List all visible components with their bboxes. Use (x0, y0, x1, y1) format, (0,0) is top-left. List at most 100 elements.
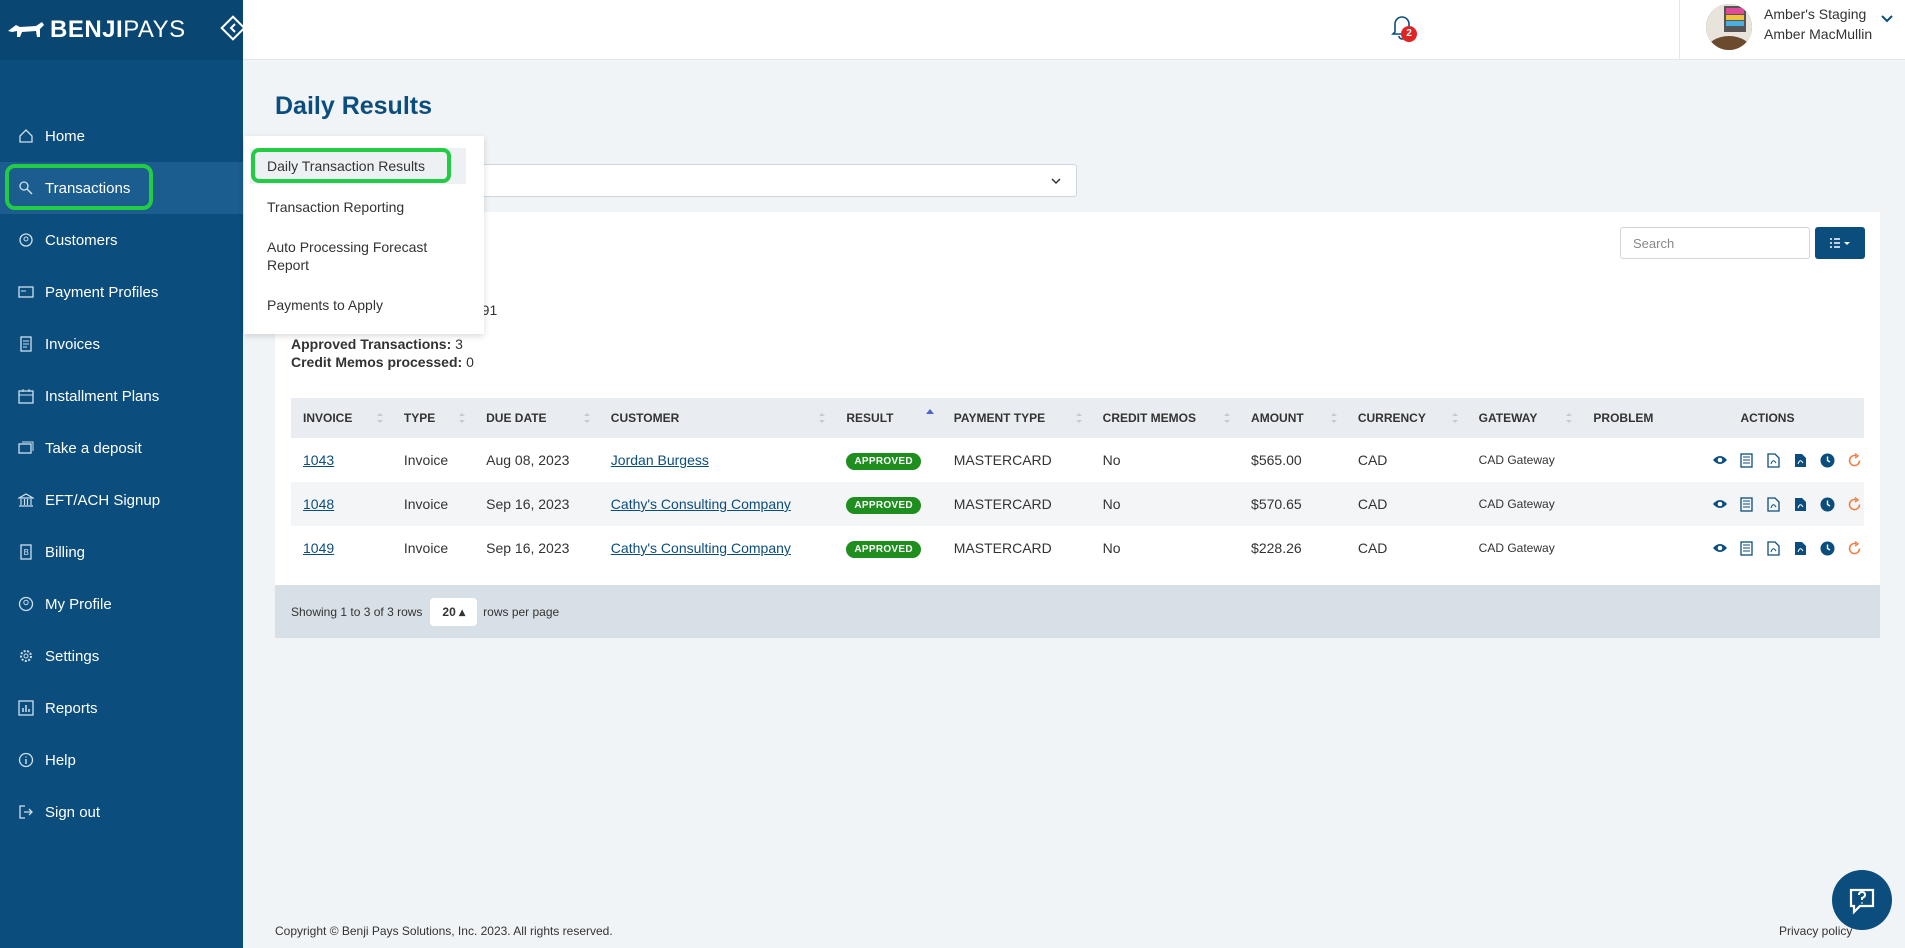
list-icon (1830, 238, 1850, 248)
rows-per-page-button[interactable]: 20 ▴ (430, 597, 478, 626)
col-label: INVOICE (303, 411, 353, 425)
due-date-cell: Aug 08, 2023 (486, 452, 570, 468)
sidebar-item-label: Help (45, 751, 76, 769)
submenu-item-payments-to-apply[interactable]: Payments to Apply (267, 296, 467, 314)
clock-icon[interactable] (1819, 451, 1837, 469)
currency-cell: CAD (1357, 496, 1388, 512)
chat-question-icon (1849, 888, 1875, 915)
receipt-icon[interactable] (1738, 495, 1756, 513)
invoice-link[interactable]: 1048 (303, 496, 334, 512)
invoice-link[interactable]: 1043 (303, 452, 334, 468)
sidebar-item-invoices[interactable]: Invoices (0, 318, 243, 370)
amount-cell: $570.65 (1251, 496, 1302, 512)
refund-icon[interactable] (1846, 495, 1864, 513)
sort-icon (1223, 411, 1231, 425)
view-icon[interactable] (1711, 495, 1729, 513)
sidebar-item-my-profile[interactable]: My Profile (0, 578, 243, 630)
clock-icon[interactable] (1819, 539, 1837, 557)
sidebar-item-take-a-deposit[interactable]: Take a deposit (0, 422, 243, 474)
currency-cell: CAD (1357, 452, 1388, 468)
sidebar-item-sign-out[interactable]: Sign out (0, 786, 243, 838)
receipt-icon[interactable] (1738, 451, 1756, 469)
invoice-link[interactable]: 1049 (303, 540, 334, 556)
gear-icon (17, 647, 35, 665)
table-row: 1048 Invoice Sep 16, 2023 Cathy's Consul… (291, 482, 1864, 526)
col-payment-type[interactable]: PAYMENT TYPE (942, 398, 1091, 438)
sidebar-item-settings[interactable]: Settings (0, 630, 243, 682)
collapse-sidebar-icon[interactable] (219, 14, 246, 46)
pdf-icon[interactable] (1792, 495, 1810, 513)
pdf-icon[interactable] (1792, 451, 1810, 469)
sidebar-item-payment-profiles[interactable]: Payment Profiles (0, 266, 243, 318)
header-divider (1679, 0, 1680, 60)
user-name[interactable]: Amber MacMullin (1764, 26, 1872, 42)
customer-link[interactable]: Cathy's Consulting Company (611, 540, 791, 556)
sort-icon (1451, 411, 1459, 425)
customer-link[interactable]: Jordan Burgess (611, 452, 709, 468)
col-result[interactable]: RESULT (834, 398, 941, 438)
sidebar-item-billing[interactable]: B Billing (0, 526, 243, 578)
problem-cell (1581, 482, 1671, 526)
view-icon[interactable] (1711, 539, 1729, 557)
submenu-item-auto-processing-forecast-report[interactable]: Auto Processing Forecast Report (267, 238, 467, 274)
sidebar-item-customers[interactable]: Customers (0, 214, 243, 266)
sidebar-item-eft-ach-signup[interactable]: EFT/ACH Signup (0, 474, 243, 526)
credit-memos-label: Credit Memos processed: (291, 354, 463, 370)
type-cell: Invoice (403, 452, 449, 468)
notification-count-badge: 2 (1401, 26, 1417, 42)
col-label: PAYMENT TYPE (953, 411, 1046, 425)
sidebar-item-reports[interactable]: Reports (0, 682, 243, 734)
col-gateway[interactable]: GATEWAY (1467, 398, 1582, 438)
card-icon (17, 283, 35, 301)
approved-transactions-summary: Approved Transactions: 3 (291, 336, 463, 352)
refund-icon[interactable] (1846, 451, 1864, 469)
brand-name-light: PAYS (123, 16, 186, 43)
col-credit-memos[interactable]: CREDIT MEMOS (1091, 398, 1239, 438)
col-amount[interactable]: AMOUNT (1239, 398, 1346, 438)
receipt-icon[interactable] (1738, 539, 1756, 557)
type-cell: Invoice (403, 540, 449, 556)
sort-asc-icon (925, 408, 934, 422)
search-input[interactable] (1620, 227, 1810, 259)
search-money-icon (17, 179, 35, 197)
col-due-date[interactable]: DUE DATE (474, 398, 599, 438)
org-name[interactable]: Amber's Staging (1764, 6, 1866, 22)
avatar[interactable] (1706, 4, 1752, 50)
gateway-cell: CAD Gateway (1478, 453, 1555, 467)
pdf-outline-icon[interactable] (1765, 495, 1783, 513)
col-type[interactable]: TYPE (392, 398, 474, 438)
sidebar-item-label: Transactions (45, 179, 131, 197)
home-icon (17, 127, 35, 145)
problem-cell (1581, 438, 1671, 482)
pdf-icon[interactable] (1792, 539, 1810, 557)
col-currency[interactable]: CURRENCY (1346, 398, 1467, 438)
brand-logo[interactable]: BENJIPAYS (0, 0, 246, 60)
customer-link[interactable]: Cathy's Consulting Company (611, 496, 791, 512)
submenu-item-transaction-reporting[interactable]: Transaction Reporting (267, 198, 467, 216)
sidebar-nav: Home Transactions Customers Payment Prof… (0, 110, 243, 838)
col-label: CREDIT MEMOS (1102, 411, 1196, 425)
sidebar-item-transactions[interactable]: Transactions (0, 162, 243, 214)
pdf-outline-icon[interactable] (1765, 539, 1783, 557)
sidebar-item-label: My Profile (45, 595, 112, 613)
col-customer[interactable]: CUSTOMER (599, 398, 835, 438)
credit-memos-cell: No (1102, 496, 1121, 512)
privacy-policy-link[interactable]: Privacy policy (1779, 924, 1852, 938)
credit-memos-cell: No (1102, 452, 1121, 468)
view-icon[interactable] (1711, 451, 1729, 469)
sidebar-item-help[interactable]: Help (0, 734, 243, 786)
chat-help-button[interactable] (1832, 870, 1892, 930)
clock-icon[interactable] (1819, 495, 1837, 513)
col-invoice[interactable]: INVOICE (291, 398, 392, 438)
amount-cell: $228.26 (1251, 540, 1302, 556)
gateway-cell: CAD Gateway (1478, 497, 1555, 511)
submenu-item-daily-transaction-results[interactable]: Daily Transaction Results (267, 157, 467, 175)
sidebar-item-installment-plans[interactable]: Installment Plans (0, 370, 243, 422)
sidebar-item-label: Billing (45, 543, 86, 561)
columns-toggle-button[interactable] (1815, 227, 1865, 259)
sidebar-item-home[interactable]: Home (0, 110, 243, 162)
refund-icon[interactable] (1846, 539, 1864, 557)
chevron-down-icon[interactable] (1880, 12, 1894, 26)
sidebar-item-label: Payment Profiles (45, 283, 159, 301)
pdf-outline-icon[interactable] (1765, 451, 1783, 469)
